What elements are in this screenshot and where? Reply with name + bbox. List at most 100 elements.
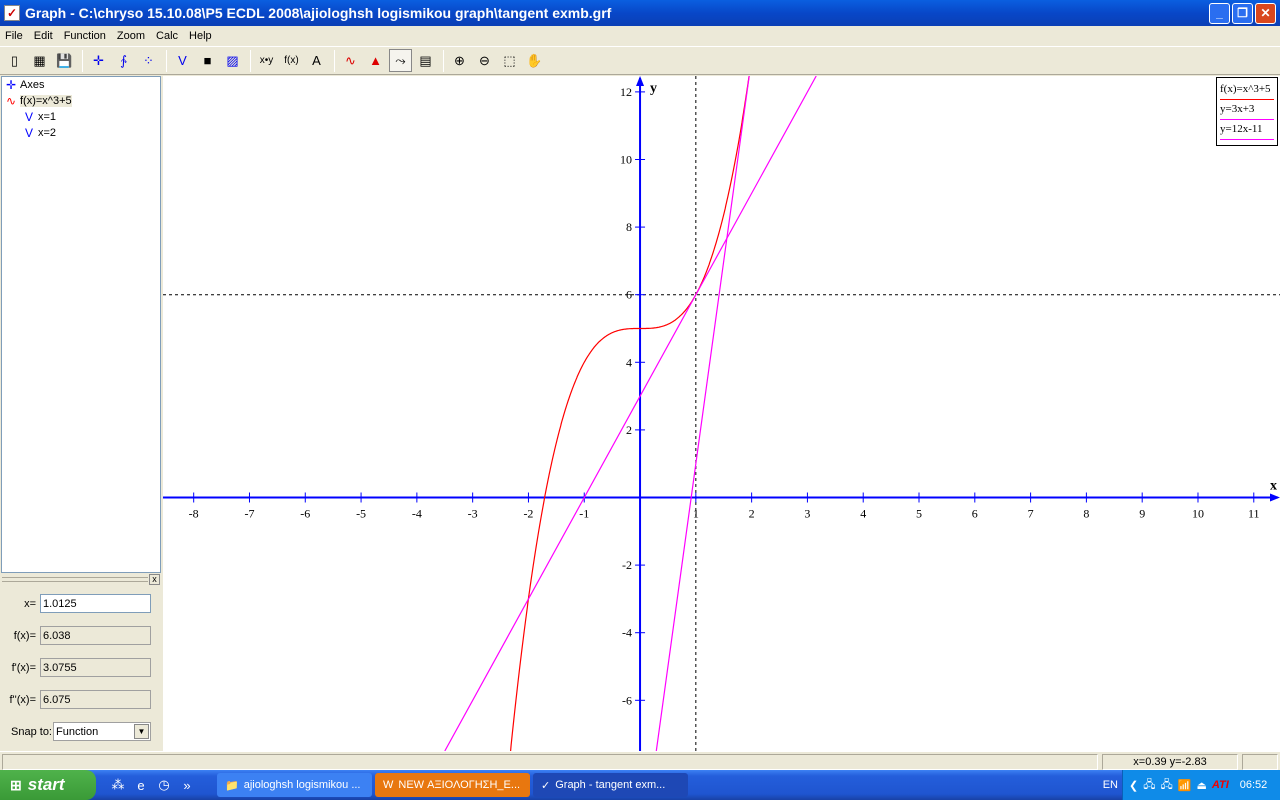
toolbar-separator bbox=[82, 49, 83, 72]
network-disconnected-icon[interactable]: 🖧 bbox=[1160, 776, 1172, 795]
zoom-window-button[interactable]: ⬚ bbox=[498, 49, 521, 72]
task-graph[interactable]: ✓ Graph - tangent exm... bbox=[533, 773, 688, 797]
show-hidden-icons-button[interactable]: ❮ bbox=[1129, 779, 1138, 792]
point-series-icon: ⁘ bbox=[143, 52, 154, 68]
axes-button[interactable]: ✛ bbox=[87, 49, 110, 72]
network-quicklaunch-icon[interactable]: ⁂ bbox=[108, 777, 128, 793]
x-tick-label: 5 bbox=[916, 506, 922, 520]
safely-remove-icon[interactable]: ⏏ bbox=[1196, 779, 1206, 792]
x-tick-label: 2 bbox=[749, 506, 755, 520]
window-title: Graph - C:\chryso 15.10.08\P5 ECDL 2008\… bbox=[25, 5, 612, 21]
zoom-in-button[interactable]: ⊕ bbox=[448, 49, 471, 72]
evaluate-panel: x x= 1.0125 f(x)= 6.038 f'(x)= 3.0755 f''(x… bbox=[0, 573, 162, 751]
tree-item[interactable]: ✛ Axes bbox=[2, 77, 160, 93]
network-disconnected-icon[interactable]: 🖧 bbox=[1143, 776, 1155, 795]
wireless-icon[interactable]: 📶 bbox=[1178, 779, 1192, 792]
x-tick-label: -7 bbox=[244, 506, 254, 520]
shading-icon: ■ bbox=[203, 53, 212, 68]
relation-button[interactable]: ▨ bbox=[221, 49, 244, 72]
x-tick-label: 10 bbox=[1192, 506, 1204, 520]
task-word[interactable]: W NEW ΑΞΙΟΛΟΓΗΣΗ_Ε... bbox=[375, 773, 530, 797]
tree-item-label: f(x)=x^3+5 bbox=[20, 95, 72, 107]
snap-select[interactable]: Function ▼ bbox=[53, 722, 151, 741]
clock: 06:52 bbox=[1239, 779, 1268, 791]
x-tick-label: 1 bbox=[693, 506, 699, 520]
close-panel-button[interactable]: x bbox=[149, 574, 160, 585]
label-icon: A bbox=[312, 53, 321, 68]
trendline-button[interactable]: ∿ bbox=[339, 49, 362, 72]
series-line-1 bbox=[444, 76, 817, 751]
toolbar-separator bbox=[334, 49, 335, 72]
task-folder[interactable]: 📁 ajiologhsh logismikou ... bbox=[217, 773, 372, 797]
axes-icon: ✛ bbox=[5, 78, 17, 92]
insert-function-icon: ∱ bbox=[120, 52, 127, 68]
menu-file[interactable]: File bbox=[0, 30, 29, 42]
legend-item: y=12x-11 bbox=[1220, 120, 1274, 140]
y-axis-arrow bbox=[636, 76, 645, 86]
insert-function-button[interactable]: ∱ bbox=[112, 49, 135, 72]
table-button[interactable]: ▤ bbox=[414, 49, 437, 72]
tree-item[interactable]: Vx=1 bbox=[2, 109, 160, 125]
zoom-in-icon: ⊕ bbox=[454, 52, 465, 68]
y-tick-label: -4 bbox=[622, 626, 632, 640]
menu-zoom[interactable]: Zoom bbox=[112, 30, 151, 42]
label-button[interactable]: A bbox=[305, 49, 328, 72]
area-button[interactable]: ▲ bbox=[364, 49, 387, 72]
app-icon: ✓ bbox=[4, 5, 20, 21]
fx-label: f(x)= bbox=[13, 630, 36, 642]
menu-calc[interactable]: Calc bbox=[151, 30, 184, 42]
x-input[interactable]: 1.0125 bbox=[40, 594, 151, 613]
f1-label: f'(x)= bbox=[11, 662, 36, 674]
ati-icon[interactable]: ATI bbox=[1212, 779, 1229, 791]
clock-app-icon[interactable]: ◷ bbox=[154, 777, 174, 793]
folder-icon: 📁 bbox=[225, 779, 239, 792]
text-xy-button[interactable]: x•y bbox=[255, 49, 278, 72]
graph-area[interactable]: x y -8 -7 -6 -5 -4 -3 -2 -1 1 2 3 4 5 6 7 8 9 10 11 -6 -4 -2 2 4 6… bbox=[163, 76, 1280, 751]
internet-explorer-icon[interactable]: e bbox=[131, 778, 151, 793]
shading-button[interactable]: ■ bbox=[196, 49, 219, 72]
plot[interactable]: xy-8 -7 -6 -5 -4 -3 -2 -1 1 2 3 4 5 6 7 8 9 10 11-6-4-2246… bbox=[163, 76, 1280, 751]
tree-item[interactable]: ∿ f(x)=x^3+5 bbox=[2, 93, 160, 109]
language-indicator[interactable]: EN bbox=[1103, 779, 1118, 791]
menu-bar: File Edit Function Zoom Calc Help bbox=[0, 26, 1280, 45]
status-cell bbox=[2, 754, 1098, 770]
y-tick-label: 4 bbox=[626, 355, 632, 369]
tree-item[interactable]: Vx=2 bbox=[2, 125, 160, 141]
toolbar-separator bbox=[250, 49, 251, 72]
zoom-out-button[interactable]: ⊖ bbox=[473, 49, 496, 72]
graph-app-icon: ✓ bbox=[541, 779, 551, 792]
chevron-more-icon[interactable]: » bbox=[177, 778, 197, 793]
tangent-button[interactable]: V bbox=[171, 49, 194, 72]
x-tick-label: -2 bbox=[523, 506, 533, 520]
menu-function[interactable]: Function bbox=[59, 30, 112, 42]
splitter[interactable] bbox=[2, 577, 148, 582]
open-button[interactable]: ▦ bbox=[28, 49, 51, 72]
y-tick-label: 10 bbox=[620, 152, 632, 166]
pan-hand-button[interactable]: ✋ bbox=[523, 49, 546, 72]
chevron-down-icon[interactable]: ▼ bbox=[134, 724, 149, 739]
fx-icon: f(x) bbox=[284, 55, 299, 66]
y-tick-label: 12 bbox=[620, 85, 632, 99]
new-button[interactable]: ▯ bbox=[3, 49, 26, 72]
x-axis-arrow bbox=[1270, 493, 1280, 502]
y-tick-label: 8 bbox=[626, 220, 632, 234]
evaluate-button[interactable]: ⤳ bbox=[389, 49, 412, 72]
menu-help[interactable]: Help bbox=[184, 30, 218, 42]
point-series-button[interactable]: ⁘ bbox=[137, 49, 160, 72]
menu-edit[interactable]: Edit bbox=[29, 30, 59, 42]
word-icon: W bbox=[383, 779, 394, 791]
trendline-icon: ∿ bbox=[345, 52, 356, 68]
start-button[interactable]: ⊞ start bbox=[0, 770, 96, 800]
x-tick-label: 7 bbox=[1028, 506, 1034, 520]
close-button[interactable]: ✕ bbox=[1255, 3, 1276, 24]
system-tray: ❮ 🖧 🖧 📶 ⏏ ATI 06:52 bbox=[1122, 770, 1280, 800]
minimize-button[interactable]: _ bbox=[1209, 3, 1230, 24]
fx-value: 6.038 bbox=[40, 626, 151, 645]
save-button[interactable]: 💾 bbox=[53, 49, 76, 72]
fx-button[interactable]: f(x) bbox=[280, 49, 303, 72]
title-bar: ✓ Graph - C:\chryso 15.10.08\P5 ECDL 200… bbox=[0, 0, 1280, 26]
tree-item-label: x=2 bbox=[38, 127, 57, 139]
text-xy-icon: x•y bbox=[259, 55, 274, 66]
x-axis-label: x bbox=[1270, 478, 1277, 493]
restore-button[interactable]: ❐ bbox=[1232, 3, 1253, 24]
